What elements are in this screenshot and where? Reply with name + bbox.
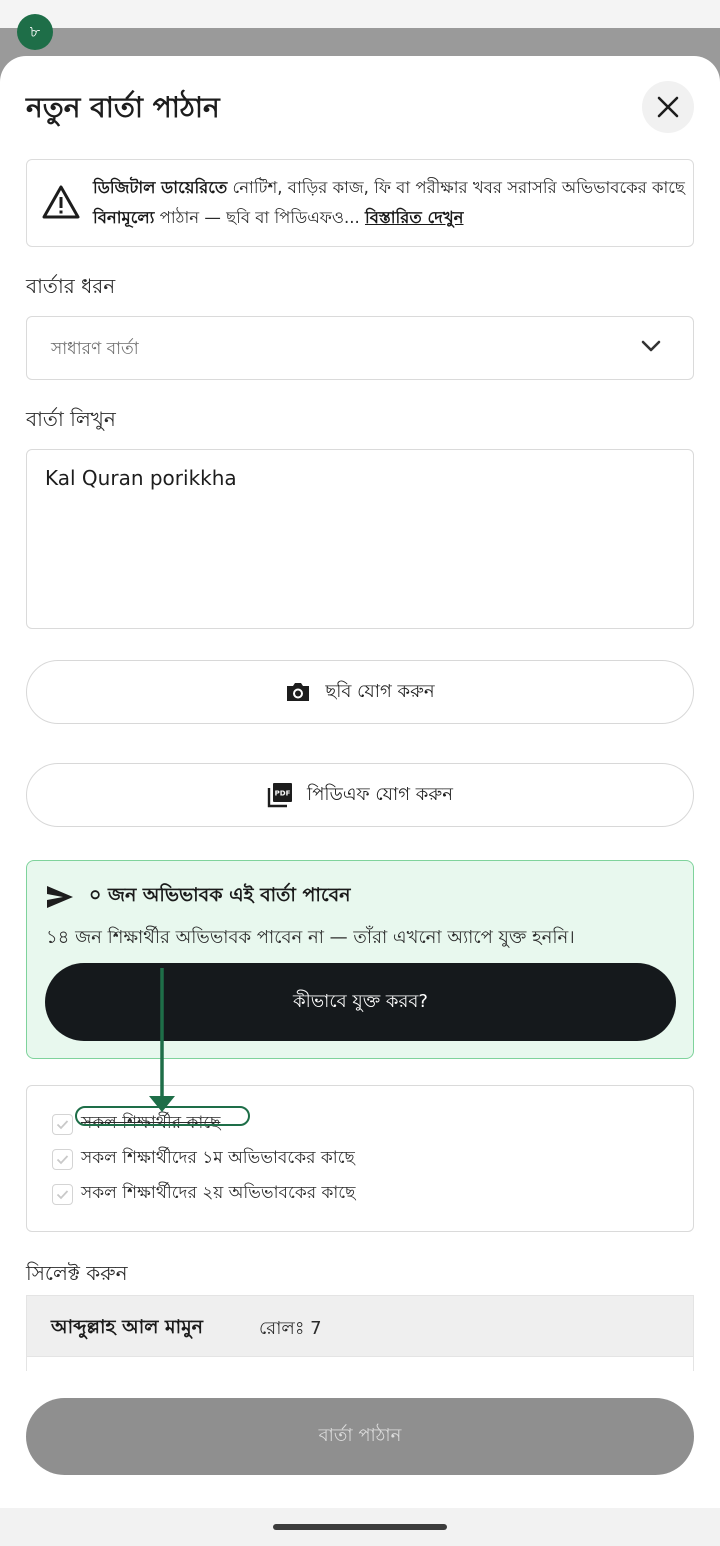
recipient-option-second-guardian[interactable]: সকল শিক্ষার্থীদের ২য় অভিভাবকের কাছে [52,1182,355,1206]
recipients-count: ০ জন অভিভাবক এই বার্তা পাবেন [89,884,351,906]
navigation-bar [0,1508,720,1546]
message-textarea[interactable]: Kal Quran porikkha [26,449,694,629]
new-message-sheet: নতুন বার্তা পাঠান ডিজিটাল ডায়েরিতে নোটি… [0,56,720,1508]
message-type-label: বার্তার ধরন [26,274,116,298]
camera-icon [287,683,310,701]
pdf-icon: PDF [267,783,293,808]
option-label: সকল শিক্ষার্থীদের ১ম অভিভাবকের কাছে [81,1148,355,1168]
notice-bold-2: বিনামূল্যে [93,208,155,227]
send-icon [47,886,73,908]
recipient-option-first-guardian[interactable]: সকল শিক্ষার্থীদের ১ম অভিভাবকের কাছে [52,1147,355,1171]
select-label: সিলেক্ট করুন [26,1261,128,1285]
close-button[interactable] [642,81,694,133]
info-notice: ডিজিটাল ডায়েরিতে নোটিশ, বাড়ির কাজ, ফি … [26,159,694,247]
student-name: আব্দুল্লাহ আল মামুন [51,1316,204,1338]
option-label: সকল শিক্ষার্থীদের ২য় অভিভাবকের কাছে [81,1183,356,1203]
message-type-select[interactable]: সাধারণ বার্তা [26,316,694,380]
notice-text-1: নোটিশ, বাড়ির কাজ, ফি বা পরীক্ষার খবর সর… [227,178,685,197]
add-photo-button[interactable]: ছবি যোগ করুন [26,660,694,724]
send-message-button[interactable]: বার্তা পাঠান [26,1398,694,1475]
check-icon [56,1189,69,1199]
step-badge: ৮ [17,14,53,50]
recipients-info-box: ০ জন অভিভাবক এই বার্তা পাবেন ১৪ জন শিক্ষ… [26,860,694,1059]
notice-bold-1: ডিজিটাল ডায়েরিতে [93,178,228,197]
message-body-label: বার্তা লিখুন [26,407,116,431]
notice-text: ডিজিটাল ডায়েরিতে নোটিশ, বাড়ির কাজ, ফি … [93,173,689,233]
checkbox[interactable] [52,1183,73,1205]
svg-text:PDF: PDF [275,790,291,798]
status-bar [0,0,720,28]
student-list-continuation [26,1357,694,1371]
recipients-note: ১৪ জন শিক্ষার্থীর অভিভাবক পাবেন না — তাঁ… [46,927,575,948]
chevron-down-icon [641,340,661,352]
highlight-ring [75,1106,250,1126]
add-pdf-label: পিডিএফ যোগ করুন [307,783,453,805]
close-icon [657,96,679,118]
checkbox[interactable] [52,1148,73,1170]
home-indicator[interactable] [273,1524,447,1530]
details-link[interactable]: বিস্তারিত দেখুন [365,208,464,227]
add-pdf-button[interactable]: PDF পিডিএফ যোগ করুন [26,763,694,827]
warning-triangle-icon [42,185,80,219]
add-photo-label: ছবি যোগ করুন [325,680,435,702]
student-roll: রোলঃ 7 [259,1318,322,1339]
recipient-options: সকল শিক্ষার্থীর কাছে সকল শিক্ষার্থীদের ১… [26,1085,694,1232]
checkbox[interactable] [52,1113,73,1135]
notice-text-2: পাঠান — ছবি বা পিডিএফও... [154,208,360,227]
check-icon [56,1154,69,1164]
check-icon [56,1119,69,1129]
sheet-title: নতুন বার্তা পাঠান [26,91,220,124]
message-type-value: সাধারণ বার্তা [51,339,139,359]
how-to-connect-button[interactable]: কীভাবে যুক্ত করব? [45,963,676,1041]
student-row[interactable]: আব্দুল্লাহ আল মামুন রোলঃ 7 [26,1295,694,1357]
